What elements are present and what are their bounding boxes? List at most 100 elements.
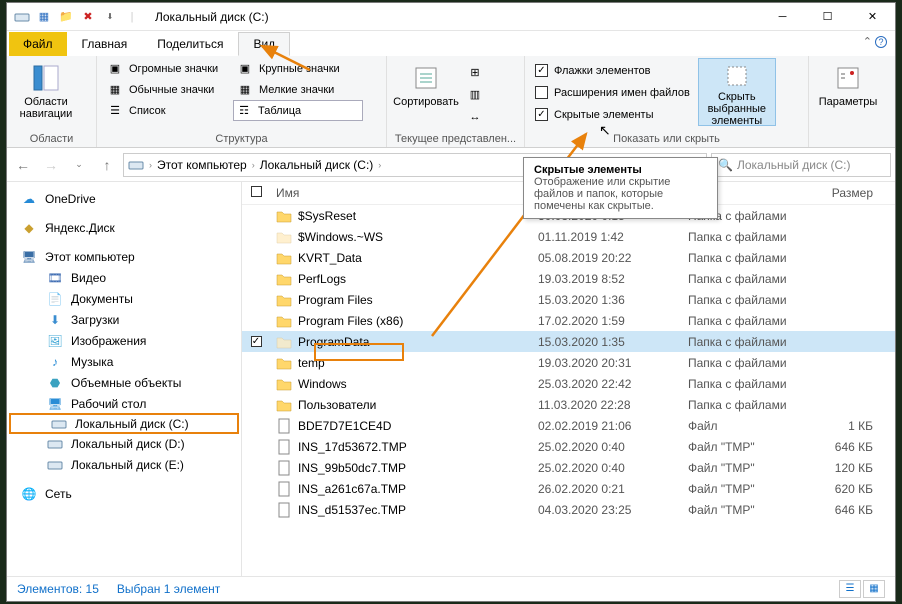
layout-lg[interactable]: ▣Крупные значки bbox=[233, 58, 363, 79]
file-row[interactable]: INS_d51537ec.TMP04.03.2020 23:25Файл "TM… bbox=[242, 499, 895, 520]
tab-share[interactable]: Поделиться bbox=[142, 32, 238, 56]
file-date: 25.02.2020 0:40 bbox=[538, 440, 688, 454]
qat-newfolder-icon[interactable]: 📁 bbox=[57, 8, 75, 26]
file-date: 01.11.2019 1:42 bbox=[538, 230, 688, 244]
chevron-right-icon[interactable]: › bbox=[146, 160, 155, 170]
file-row[interactable]: Program Files15.03.2020 1:36Папка с файл… bbox=[242, 289, 895, 310]
file-name: INS_a261c67a.TMP bbox=[298, 482, 406, 496]
file-size: 120 КБ bbox=[823, 461, 883, 475]
sidebar-docs[interactable]: 📄Документы bbox=[7, 288, 241, 309]
file-size: 646 КБ bbox=[823, 440, 883, 454]
file-icon bbox=[276, 481, 292, 497]
chevron-right-icon[interactable]: › bbox=[249, 160, 258, 170]
md-icon: ▦ bbox=[107, 82, 123, 98]
ribbon-collapse-icon[interactable]: ⌃ ? bbox=[863, 35, 887, 48]
sidebar-drive-d[interactable]: Локальный диск (D:) bbox=[7, 433, 241, 454]
file-date: 05.08.2019 20:22 bbox=[538, 251, 688, 265]
tab-file[interactable]: Файл bbox=[9, 32, 67, 56]
size-columns-button[interactable]: ↔ bbox=[463, 106, 487, 127]
sidebar-desktop[interactable]: 🖥Рабочий стол bbox=[7, 393, 241, 414]
row-checkbox[interactable]: ✓ bbox=[251, 336, 262, 347]
group-by-button[interactable]: ⊞ bbox=[463, 62, 487, 83]
file-row[interactable]: Program Files (x86)17.02.2020 1:59Папка … bbox=[242, 310, 895, 331]
close-button[interactable]: ✕ bbox=[850, 3, 895, 31]
qat-properties-icon[interactable]: ▦ bbox=[35, 8, 53, 26]
tab-view[interactable]: Вид bbox=[238, 32, 290, 56]
recent-button[interactable]: ⌄ bbox=[67, 153, 91, 177]
sidebar-music[interactable]: ♪Музыка bbox=[7, 351, 241, 372]
breadcrumb-drive[interactable]: Локальный диск (C:) bbox=[260, 158, 374, 172]
cursor-icon: ↖ bbox=[599, 122, 611, 139]
layout-xl[interactable]: ▣Огромные значки bbox=[103, 58, 233, 79]
breadcrumb-pc[interactable]: Этот компьютер bbox=[157, 158, 247, 172]
layout-sm[interactable]: ▦Мелкие значки bbox=[233, 79, 363, 100]
file-icon bbox=[276, 502, 292, 518]
file-type: Папка с файлами bbox=[688, 314, 823, 328]
col-size[interactable]: Размер bbox=[823, 186, 883, 200]
file-date: 25.02.2020 0:40 bbox=[538, 461, 688, 475]
sidebar-pc[interactable]: 🖥Этот компьютер bbox=[7, 246, 241, 267]
tab-home[interactable]: Главная bbox=[67, 32, 143, 56]
up-button[interactable]: ↑ bbox=[95, 153, 119, 177]
file-date: 15.03.2020 1:35 bbox=[538, 335, 688, 349]
select-all-checkbox[interactable] bbox=[251, 186, 262, 197]
file-row[interactable]: BDE7D7E1CE4D02.02.2019 21:06Файл1 КБ bbox=[242, 415, 895, 436]
sidebar-video[interactable]: 🎞Видео bbox=[7, 267, 241, 288]
file-name: Program Files bbox=[298, 293, 373, 307]
view-icons-button[interactable]: ▦ bbox=[863, 580, 885, 598]
file-row[interactable]: INS_99b50dc7.TMP25.02.2020 0:40Файл "TMP… bbox=[242, 457, 895, 478]
col-name[interactable]: Имя bbox=[270, 186, 538, 200]
sidebar-downloads[interactable]: ⬇Загрузки bbox=[7, 309, 241, 330]
sidebar-onedrive[interactable]: ☁OneDrive bbox=[7, 188, 241, 209]
add-columns-button[interactable]: ▥ bbox=[463, 84, 487, 105]
sidebar-3d[interactable]: ⬣Объемные объекты bbox=[7, 372, 241, 393]
file-row[interactable]: INS_a261c67a.TMP26.02.2020 0:21Файл "TMP… bbox=[242, 478, 895, 499]
file-row[interactable]: ✓ProgramData15.03.2020 1:35Папка с файла… bbox=[242, 331, 895, 352]
file-date: 25.03.2020 22:42 bbox=[538, 377, 688, 391]
navigation-sidebar[interactable]: ☁OneDrive ◆Яндекс.Диск 🖥Этот компьютер 🎞… bbox=[7, 182, 242, 576]
file-row[interactable]: INS_17d53672.TMP25.02.2020 0:40Файл "TMP… bbox=[242, 436, 895, 457]
back-button[interactable]: ← bbox=[11, 153, 35, 177]
file-row[interactable]: $Windows.~WS01.11.2019 1:42Папка с файла… bbox=[242, 226, 895, 247]
sidebar-pictures[interactable]: 🖼Изображения bbox=[7, 330, 241, 351]
chevron-right-icon[interactable]: › bbox=[375, 160, 384, 170]
sidebar-drive-c[interactable]: Локальный диск (C:) bbox=[9, 413, 239, 434]
layout-md[interactable]: ▦Обычные значки bbox=[103, 79, 233, 100]
file-row[interactable]: PerfLogs19.03.2019 8:52Папка с файлами bbox=[242, 268, 895, 289]
navigation-pane-button[interactable]: Области навигации bbox=[13, 58, 79, 126]
address-row: ← → ⌄ ↑ › Этот компьютер › Локальный дис… bbox=[7, 148, 895, 182]
minimize-button[interactable]: ─ bbox=[760, 3, 805, 31]
folder-icon bbox=[276, 334, 292, 350]
search-icon: 🔍 bbox=[718, 158, 733, 172]
file-row[interactable]: Windows25.03.2020 22:42Папка с файлами bbox=[242, 373, 895, 394]
sidebar-yandex[interactable]: ◆Яндекс.Диск bbox=[7, 217, 241, 238]
layout-table[interactable]: ☶Таблица bbox=[233, 100, 363, 121]
lg-icon: ▣ bbox=[237, 61, 253, 77]
file-row[interactable]: KVRT_Data05.08.2019 20:22Папка с файлами bbox=[242, 247, 895, 268]
file-row[interactable]: Пользователи11.03.2020 22:28Папка с файл… bbox=[242, 394, 895, 415]
qat-undo-icon[interactable]: ✖ bbox=[79, 8, 97, 26]
chk-hidden-items[interactable]: ✓Скрытые элементы bbox=[531, 104, 694, 125]
forward-button[interactable]: → bbox=[39, 153, 63, 177]
chk-item-checkboxes[interactable]: ✓Флажки элементов bbox=[531, 60, 694, 81]
sidebar-network[interactable]: 🌐Сеть bbox=[7, 483, 241, 504]
chk-file-extensions[interactable]: Расширения имен файлов bbox=[531, 82, 694, 103]
qat-dropdown-icon[interactable]: ⬇ bbox=[101, 8, 119, 26]
file-type: Папка с файлами bbox=[688, 230, 823, 244]
layout-list[interactable]: ☰Список bbox=[103, 100, 233, 121]
sort-button[interactable]: Сортировать bbox=[393, 58, 459, 126]
file-list[interactable]: $SysReset30.03.2020 0:15Папка с файлами$… bbox=[242, 205, 895, 576]
hide-selected-button[interactable]: Скрыть выбранные элементы bbox=[698, 58, 776, 126]
search-input[interactable]: 🔍 Локальный диск (C:) bbox=[711, 153, 891, 177]
file-type: Папка с файлами bbox=[688, 377, 823, 391]
view-details-button[interactable]: ☰ bbox=[839, 580, 861, 598]
network-icon: 🌐 bbox=[21, 486, 37, 502]
maximize-button[interactable]: ☐ bbox=[805, 3, 850, 31]
file-row[interactable]: temp19.03.2020 20:31Папка с файлами bbox=[242, 352, 895, 373]
body: ☁OneDrive ◆Яндекс.Диск 🖥Этот компьютер 🎞… bbox=[7, 182, 895, 576]
options-button[interactable]: Параметры bbox=[815, 58, 881, 126]
file-name: INS_99b50dc7.TMP bbox=[298, 461, 406, 475]
sidebar-drive-e[interactable]: Локальный диск (E:) bbox=[7, 454, 241, 475]
options-icon bbox=[832, 62, 864, 94]
file-type: Файл "TMP" bbox=[688, 482, 823, 496]
